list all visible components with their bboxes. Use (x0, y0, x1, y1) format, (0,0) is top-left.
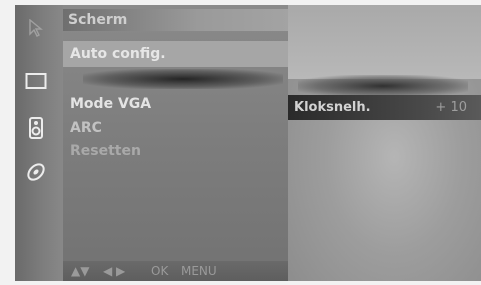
tv-osd-screen: Scherm Auto config. Mode VGA ARC Resette… (15, 5, 481, 281)
submenu-row-label: Kloksnelh. (294, 100, 371, 115)
nav-hint-bar: ▲▼ ◀ ▶ OK MENU (63, 261, 288, 281)
up-down-arrows-icon: ▲▼ (71, 264, 90, 278)
submenu-shadow (298, 75, 468, 97)
menu-icon-strip (15, 5, 63, 281)
menu-hint: MENU (181, 264, 217, 278)
left-right-arrows-icon: ◀ ▶ (103, 264, 126, 278)
menu-item-auto-config[interactable]: Auto config. (63, 41, 288, 67)
menu-item-arc[interactable]: ARC (70, 119, 102, 137)
selection-shadow (83, 69, 283, 89)
submenu-row-value: + 10 (435, 100, 467, 115)
submenu-header-area (288, 5, 481, 79)
ok-hint: OK (151, 264, 169, 278)
menu-item-mode-vga[interactable]: Mode VGA (70, 95, 151, 113)
disc-icon[interactable] (23, 159, 49, 185)
main-menu-panel: Scherm Auto config. Mode VGA ARC Resette… (63, 5, 288, 281)
submenu-panel: Kloksnelh. + 10 (288, 5, 481, 281)
menu-title: Scherm (63, 9, 288, 31)
menu-item-resetten[interactable]: Resetten (70, 142, 141, 160)
cursor-icon[interactable] (23, 15, 49, 41)
screen-icon[interactable] (23, 68, 49, 94)
speaker-icon[interactable] (23, 115, 49, 141)
submenu-row-kloksnelheid[interactable]: Kloksnelh. + 10 (288, 95, 481, 120)
